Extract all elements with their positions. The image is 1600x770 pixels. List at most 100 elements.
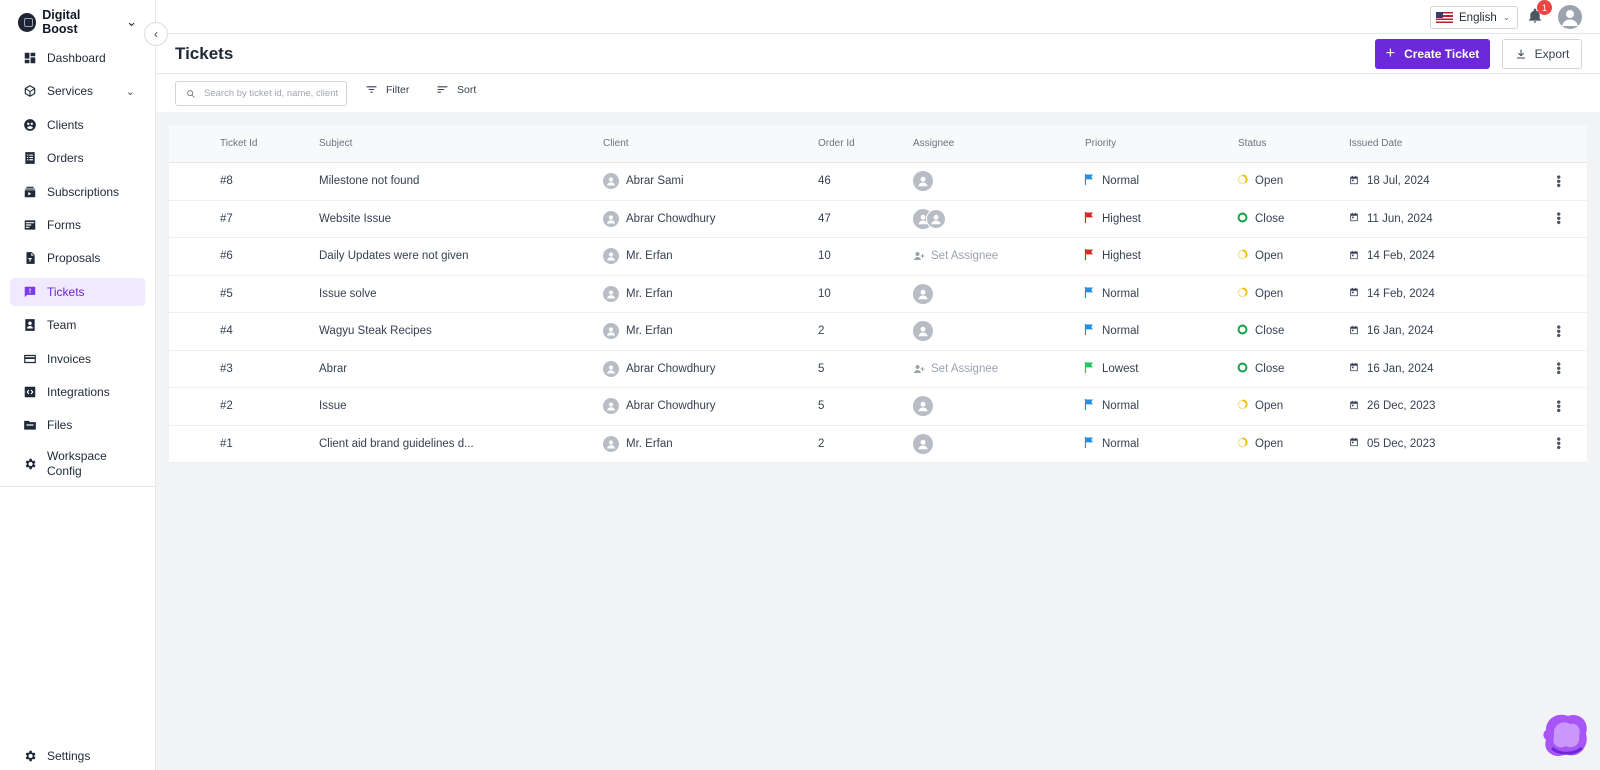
client-cell[interactable]: Abrar Sami bbox=[603, 163, 684, 200]
sidebar-item-integrations[interactable]: Integrations bbox=[10, 378, 145, 406]
download-icon bbox=[1516, 49, 1525, 59]
status-cell[interactable]: Open bbox=[1237, 163, 1283, 200]
assignee-cell[interactable] bbox=[913, 163, 933, 200]
sidebar-item-proposals[interactable]: Proposals bbox=[10, 244, 145, 272]
ticket-subject[interactable]: Issue bbox=[319, 388, 347, 425]
column-header-assignee[interactable]: Assignee bbox=[913, 125, 954, 162]
priority-cell[interactable]: Normal bbox=[1084, 426, 1139, 463]
status-cell[interactable]: Close bbox=[1237, 313, 1284, 350]
status-cell[interactable]: Open bbox=[1237, 426, 1283, 463]
column-header-priority[interactable]: Priority bbox=[1085, 125, 1116, 162]
filter-button[interactable]: Filter bbox=[365, 83, 409, 96]
priority-cell[interactable]: Normal bbox=[1084, 388, 1139, 425]
ticket-id[interactable]: #4 bbox=[220, 313, 233, 350]
clients-icon bbox=[22, 117, 37, 132]
sidebar-item-clients[interactable]: Clients bbox=[10, 111, 145, 139]
sidebar-item-tickets[interactable]: Tickets bbox=[10, 277, 145, 306]
table-row[interactable]: #3 Abrar Abrar Chowdhury 5 Set Assignee Lowes… bbox=[169, 350, 1587, 388]
table-row[interactable]: #6 Daily Updates were not given Mr. Erfan 1… bbox=[169, 238, 1587, 276]
row-menu-button[interactable]: ••• bbox=[1552, 313, 1566, 350]
priority-cell[interactable]: Highest bbox=[1084, 238, 1141, 275]
row-menu-button[interactable]: ••• bbox=[1552, 426, 1566, 463]
collapse-sidebar-button[interactable]: ‹ bbox=[144, 22, 168, 46]
column-header-status[interactable]: Status bbox=[1238, 125, 1266, 162]
search-input[interactable] bbox=[204, 88, 344, 99]
client-cell[interactable]: Mr. Erfan bbox=[603, 313, 673, 350]
ticket-subject[interactable]: Wagyu Steak Recipes bbox=[319, 313, 432, 350]
ticket-subject[interactable]: Website Issue bbox=[319, 201, 391, 238]
sidebar-item-invoices[interactable]: Invoices bbox=[10, 345, 145, 373]
ticket-id[interactable]: #2 bbox=[220, 388, 233, 425]
help-widget-icon[interactable] bbox=[1538, 708, 1593, 763]
priority-cell[interactable]: Normal bbox=[1084, 313, 1139, 350]
priority-cell[interactable]: Lowest bbox=[1084, 351, 1138, 388]
status-cell[interactable]: Close bbox=[1237, 351, 1284, 388]
assignee-cell[interactable]: Set Assignee bbox=[913, 238, 998, 275]
status-cell[interactable]: Open bbox=[1237, 238, 1283, 275]
workspace-switcher[interactable]: Digital Boost ⌄ bbox=[0, 0, 155, 44]
sidebar-item-settings[interactable]: Settings bbox=[10, 742, 90, 770]
sidebar-item-team[interactable]: Team bbox=[10, 311, 145, 339]
sidebar-item-services[interactable]: Services ⌄ bbox=[10, 77, 145, 105]
table-row[interactable]: #7 Website Issue Abrar Chowdhury 47 Highest C… bbox=[169, 200, 1587, 238]
sidebar-item-workspace-config[interactable]: Workspace Config bbox=[10, 445, 145, 483]
table-row[interactable]: #5 Issue solve Mr. Erfan 10 Normal Open 14 Feb… bbox=[169, 275, 1587, 313]
column-header-client[interactable]: Client bbox=[603, 125, 629, 162]
sidebar-item-orders[interactable]: Orders bbox=[10, 144, 145, 172]
assignee-cell[interactable] bbox=[913, 313, 933, 350]
assignee-cell[interactable]: Set Assignee bbox=[913, 351, 998, 388]
search-box[interactable] bbox=[175, 81, 347, 106]
row-menu-button[interactable]: ••• bbox=[1552, 351, 1566, 388]
client-cell[interactable]: Mr. Erfan bbox=[603, 238, 673, 275]
column-header-issued-date[interactable]: Issued Date bbox=[1349, 125, 1402, 162]
sidebar-item-forms[interactable]: Forms bbox=[10, 211, 145, 239]
table-row[interactable]: #2 Issue Abrar Chowdhury 5 Normal Open 26 Dec,… bbox=[169, 388, 1587, 426]
ticket-id[interactable]: #7 bbox=[220, 201, 233, 238]
ticket-id[interactable]: #3 bbox=[220, 351, 233, 388]
row-menu-button[interactable]: ••• bbox=[1552, 388, 1566, 425]
priority-cell[interactable]: Highest bbox=[1084, 201, 1141, 238]
sort-button[interactable]: Sort bbox=[436, 83, 476, 96]
priority-cell[interactable]: Normal bbox=[1084, 276, 1139, 313]
client-cell[interactable]: Abrar Chowdhury bbox=[603, 388, 715, 425]
ticket-subject[interactable]: Daily Updates were not given bbox=[319, 238, 469, 275]
ticket-id[interactable]: #1 bbox=[220, 426, 233, 463]
ticket-subject[interactable]: Issue solve bbox=[319, 276, 377, 313]
chevron-down-icon[interactable]: ⌄ bbox=[126, 85, 135, 98]
assignee-cell[interactable] bbox=[913, 201, 946, 238]
ticket-id[interactable]: #6 bbox=[220, 238, 233, 275]
client-cell[interactable]: Mr. Erfan bbox=[603, 276, 673, 313]
ticket-subject[interactable]: Abrar bbox=[319, 351, 347, 388]
sidebar-item-dashboard[interactable]: Dashboard bbox=[10, 44, 145, 72]
status-cell[interactable]: Open bbox=[1237, 388, 1283, 425]
assignee-cell[interactable] bbox=[913, 276, 933, 313]
assignee-cell[interactable] bbox=[913, 426, 933, 463]
table-row[interactable]: #1 Client aid brand guidelines d... Mr. Er… bbox=[169, 425, 1587, 463]
user-avatar[interactable] bbox=[1558, 5, 1582, 29]
ticket-id[interactable]: #8 bbox=[220, 163, 233, 200]
export-button[interactable]: Export bbox=[1502, 39, 1582, 69]
set-assignee-button[interactable]: Set Assignee bbox=[913, 250, 998, 262]
ticket-subject[interactable]: Milestone not found bbox=[319, 163, 419, 200]
create-ticket-button[interactable]: + Create Ticket bbox=[1375, 39, 1490, 69]
column-header-order-id[interactable]: Order Id bbox=[818, 125, 855, 162]
table-row[interactable]: #8 Milestone not found Abrar Sami 46 Normal O… bbox=[169, 163, 1587, 201]
assignee-cell[interactable] bbox=[913, 388, 933, 425]
client-cell[interactable]: Abrar Chowdhury bbox=[603, 351, 715, 388]
client-cell[interactable]: Abrar Chowdhury bbox=[603, 201, 715, 238]
ticket-subject[interactable]: Client aid brand guidelines d... bbox=[319, 426, 474, 463]
status-cell[interactable]: Close bbox=[1237, 201, 1284, 238]
status-cell[interactable]: Open bbox=[1237, 276, 1283, 313]
client-cell[interactable]: Mr. Erfan bbox=[603, 426, 673, 463]
sidebar-item-files[interactable]: Files bbox=[10, 411, 145, 439]
column-header-ticket-id[interactable]: Ticket Id bbox=[220, 125, 257, 162]
sidebar-item-subscriptions[interactable]: Subscriptions bbox=[10, 178, 145, 206]
set-assignee-button[interactable]: Set Assignee bbox=[913, 363, 998, 375]
table-row[interactable]: #4 Wagyu Steak Recipes Mr. Erfan 2 Normal Clo… bbox=[169, 313, 1587, 351]
row-menu-button[interactable]: ••• bbox=[1552, 201, 1566, 238]
column-header-subject[interactable]: Subject bbox=[319, 125, 352, 162]
row-menu-button[interactable]: ••• bbox=[1552, 163, 1566, 200]
priority-cell[interactable]: Normal bbox=[1084, 163, 1139, 200]
language-select[interactable]: English ⌄ bbox=[1430, 6, 1518, 29]
ticket-id[interactable]: #5 bbox=[220, 276, 233, 313]
